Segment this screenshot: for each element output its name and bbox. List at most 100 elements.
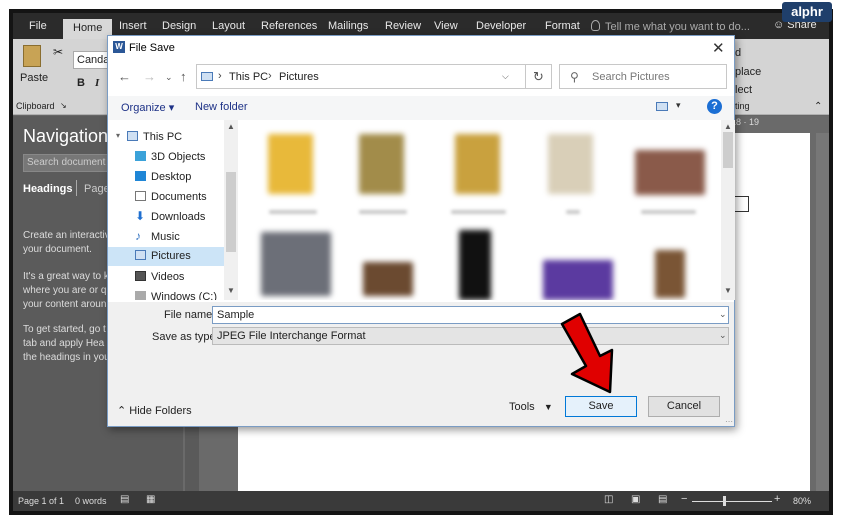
tab-review[interactable]: Review	[385, 20, 421, 32]
help-icon[interactable]: ?	[707, 99, 722, 114]
cube-icon	[135, 151, 146, 161]
recent-locations-icon[interactable]: ⌄	[165, 72, 173, 83]
read-mode-icon[interactable]: ◫	[604, 494, 613, 505]
back-arrow-icon[interactable]: ←	[118, 69, 131, 84]
expand-icon[interactable]: ▾	[116, 131, 120, 140]
tab-home[interactable]: Home	[63, 19, 113, 40]
chevron-down-icon[interactable]: ⌄	[719, 309, 727, 320]
web-layout-icon[interactable]: ▤	[658, 494, 667, 505]
resize-grip-icon[interactable]: ⋯	[725, 417, 733, 426]
zoom-slider[interactable]	[692, 501, 772, 502]
new-folder-button[interactable]: New folder	[195, 101, 248, 113]
nav-tab-divider	[76, 180, 77, 196]
scroll-down-icon[interactable]: ▼	[724, 286, 732, 295]
image-thumbnail[interactable]	[459, 230, 491, 300]
nav-tab-headings[interactable]: Headings	[23, 183, 73, 195]
tab-design[interactable]: Design	[162, 20, 196, 32]
image-thumbnail[interactable]	[261, 232, 331, 296]
tell-me-box[interactable]: Tell me what you want to do...	[591, 20, 750, 33]
video-icon	[135, 271, 146, 281]
tab-mailings[interactable]: Mailings	[328, 20, 368, 32]
scroll-down-icon[interactable]: ▼	[227, 286, 235, 295]
select-label-partial[interactable]: lect	[735, 84, 752, 96]
folder-thumbnail[interactable]	[268, 134, 313, 194]
save-button[interactable]: Save	[565, 396, 637, 417]
paste-label[interactable]: Paste	[20, 72, 48, 84]
find-label-partial[interactable]: d	[735, 47, 741, 59]
tree-item-downloads[interactable]: ⬇ Downloads	[108, 208, 224, 227]
horizontal-ruler-marks: 18 · 19	[731, 117, 760, 127]
tree-item-this-pc[interactable]: ▾ This PC	[108, 128, 224, 147]
print-layout-icon[interactable]: ▣	[631, 494, 640, 505]
proofing-icon[interactable]: ▤	[120, 494, 129, 505]
image-thumbnail[interactable]	[363, 262, 413, 296]
view-options-icon[interactable]	[656, 102, 668, 111]
cancel-button[interactable]: Cancel	[648, 396, 720, 417]
close-icon[interactable]: ✕	[712, 39, 725, 57]
cut-icon[interactable]: ✂	[53, 45, 63, 59]
scroll-up-icon[interactable]: ▲	[724, 122, 732, 131]
tools-button[interactable]: Tools ▼	[509, 401, 553, 413]
tree-item-documents[interactable]: Documents	[108, 188, 224, 207]
forward-arrow-icon[interactable]: →	[143, 69, 156, 84]
image-thumbnail[interactable]	[543, 260, 613, 300]
zoom-level[interactable]: 80%	[793, 496, 811, 506]
tab-references[interactable]: References	[261, 20, 317, 32]
chevron-down-icon[interactable]: ⌄	[719, 330, 727, 341]
zoom-in-icon[interactable]: +	[774, 493, 780, 505]
italic-button[interactable]: I	[95, 77, 99, 89]
bold-button[interactable]: B	[77, 77, 85, 89]
tab-developer[interactable]: Developer	[476, 20, 526, 32]
file-name-label: File name:	[164, 309, 216, 321]
word-count[interactable]: 0 words	[75, 496, 107, 506]
tree-item-windows-c[interactable]: Windows (C:)	[108, 288, 224, 300]
tab-layout[interactable]: Layout	[212, 20, 245, 32]
replace-label-partial[interactable]: place	[735, 66, 761, 78]
organize-button[interactable]: Organize ▾	[121, 101, 174, 114]
save-as-type-select[interactable]: JPEG File Interchange Format	[212, 327, 729, 345]
tree-item-music[interactable]: ♪ Music	[108, 228, 224, 247]
paste-icon[interactable]	[23, 45, 41, 67]
file-name-input[interactable]: Sample	[212, 306, 729, 324]
dialog-title: File Save	[129, 42, 175, 54]
file-grid-scrollbar-thumb[interactable]	[723, 132, 733, 168]
tab-view[interactable]: View	[434, 20, 458, 32]
tree-item-label: Music	[151, 231, 180, 243]
nav-tab-pages[interactable]: Page	[84, 183, 110, 195]
chevron-right-icon[interactable]: ›	[268, 70, 272, 82]
document-scrollbar[interactable]	[816, 133, 829, 491]
search-input[interactable]: ⚲ Search Pictures	[559, 64, 727, 89]
folder-thumbnail[interactable]	[548, 134, 593, 194]
up-arrow-icon[interactable]: ↑	[180, 69, 187, 84]
hide-folders-button[interactable]: ⌃ Hide Folders	[117, 404, 192, 417]
zoom-slider-thumb[interactable]	[723, 496, 726, 506]
chevron-down-icon[interactable]: ▾	[676, 100, 681, 111]
macro-icon[interactable]: ▦	[146, 494, 155, 505]
refresh-icon[interactable]: ↻	[526, 64, 552, 89]
file-caption	[566, 210, 580, 214]
folder-thumbnail[interactable]	[359, 134, 404, 194]
tab-format[interactable]: Format	[545, 20, 580, 32]
tab-file[interactable]: File	[29, 20, 47, 32]
tree-item-videos[interactable]: Videos	[108, 268, 224, 287]
image-thumbnail[interactable]	[635, 150, 705, 195]
tree-item-3d-objects[interactable]: 3D Objects	[108, 148, 224, 167]
tree-item-desktop[interactable]: Desktop	[108, 168, 224, 187]
dialog-launcher-icon[interactable]: ↘	[60, 101, 67, 110]
scroll-up-icon[interactable]: ▲	[227, 122, 235, 131]
address-bar[interactable]: › This PC › Pictures ⌵	[196, 64, 526, 89]
page-count[interactable]: Page 1 of 1	[18, 496, 64, 506]
image-thumbnail[interactable]	[655, 250, 685, 298]
collapse-ribbon-icon[interactable]: ⌃	[814, 101, 822, 112]
breadcrumb-pictures[interactable]: Pictures	[279, 71, 319, 83]
tree-item-pictures[interactable]: Pictures	[108, 247, 224, 266]
zoom-out-icon[interactable]: −	[681, 493, 687, 505]
tree-item-label: Videos	[151, 271, 185, 283]
chevron-down-icon[interactable]: ⌵	[502, 71, 509, 82]
hide-folders-label: Hide Folders	[129, 405, 192, 417]
chevron-right-icon[interactable]: ›	[218, 70, 222, 82]
tree-scrollbar-thumb[interactable]	[226, 172, 236, 252]
breadcrumb-this-pc[interactable]: This PC	[229, 71, 268, 83]
tab-insert[interactable]: Insert	[119, 20, 147, 32]
folder-thumbnail[interactable]	[455, 134, 500, 194]
